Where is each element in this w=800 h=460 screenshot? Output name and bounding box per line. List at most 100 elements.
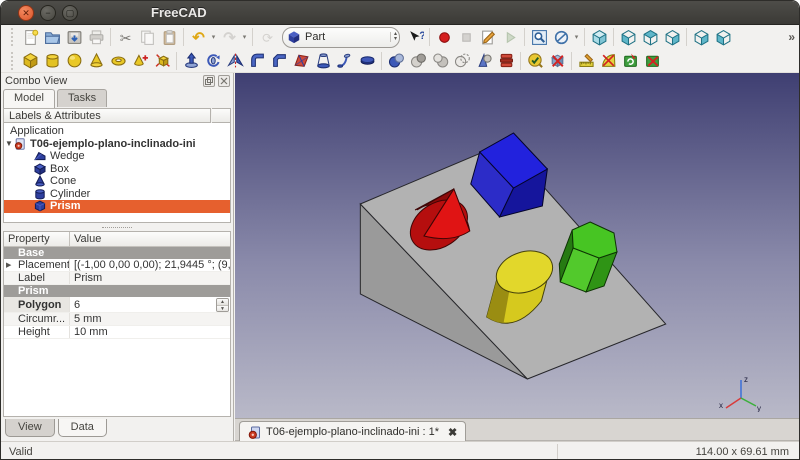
property-editor: Property Value Base ▶ Placement [(-1,00 0,0…	[3, 231, 231, 417]
combo-spinner-icon[interactable]: ▴ ▾	[389, 31, 397, 42]
status-message: Valid	[9, 446, 33, 458]
macro-record-icon[interactable]	[433, 26, 455, 48]
part-mirror-icon[interactable]	[224, 50, 246, 72]
tree-item-prism[interactable]: Prism	[4, 200, 230, 213]
titlebar[interactable]: ✕ − ▢ FreeCAD	[1, 1, 799, 25]
part-sphere-icon[interactable]	[63, 50, 85, 72]
save-document-icon[interactable]	[63, 26, 85, 48]
part-compound-icon[interactable]	[473, 50, 495, 72]
document-icon	[14, 138, 25, 150]
part-common-icon[interactable]	[451, 50, 473, 72]
toolbar-separator	[524, 28, 525, 46]
property-row-height[interactable]: Height 10 mm	[4, 326, 230, 339]
part-box-icon[interactable]	[19, 50, 41, 72]
view-left-icon[interactable]	[712, 26, 734, 48]
tree-root-application[interactable]: Application	[4, 125, 230, 138]
part-torus-icon[interactable]	[107, 50, 129, 72]
tree-item-box[interactable]: Box	[4, 163, 230, 176]
open-document-icon[interactable]	[41, 26, 63, 48]
redo-icon[interactable]: ↷	[218, 26, 240, 48]
part-sweep-icon[interactable]	[334, 50, 356, 72]
view-fit-all-icon[interactable]	[528, 26, 550, 48]
polygon-spinner[interactable]: ▲ ▼	[216, 297, 229, 312]
part-cone-icon[interactable]	[85, 50, 107, 72]
tree-item-document[interactable]: ▼ T06-ejemplo-plano-inclinado-ini	[4, 138, 230, 151]
macro-stop-icon[interactable]	[455, 26, 477, 48]
tree-item-cone[interactable]: Cone	[4, 175, 230, 188]
tab-tasks[interactable]: Tasks	[56, 89, 108, 107]
copy-icon[interactable]	[136, 26, 158, 48]
document-tab[interactable]: T06-ejemplo-plano-inclinado-ini : 1* ✖	[239, 421, 467, 442]
defeaturing-icon[interactable]	[546, 50, 568, 72]
refresh-icon[interactable]: ⟳	[256, 26, 278, 48]
minimize-window-button[interactable]: −	[40, 5, 56, 21]
draw-style-dropdown-icon[interactable]: ▾	[572, 33, 581, 41]
dock-titlebar[interactable]: Combo View	[1, 73, 233, 89]
combo-view-panel: Combo View Model Tasks Labels & Attribute…	[1, 73, 234, 441]
property-row-label[interactable]: Label Prism	[4, 272, 230, 285]
cut-icon[interactable]: ✂	[114, 26, 136, 48]
part-chamfer-icon[interactable]	[268, 50, 290, 72]
measure-angular-icon[interactable]	[597, 50, 619, 72]
tab-data[interactable]: Data	[57, 419, 107, 437]
check-geometry-icon[interactable]	[524, 50, 546, 72]
toolbar-handle[interactable]	[11, 51, 15, 70]
measure-linear-icon[interactable]	[575, 50, 597, 72]
3d-viewport[interactable]: z x y	[235, 73, 799, 418]
float-panel-icon[interactable]	[203, 75, 215, 87]
part-primitives-icon[interactable]	[129, 50, 151, 72]
undo-icon[interactable]: ↶	[187, 26, 209, 48]
view-top-icon[interactable]	[639, 26, 661, 48]
part-shape-builder-icon[interactable]	[151, 50, 173, 72]
measure-clear-all-icon[interactable]	[641, 50, 663, 72]
part-revolve-icon[interactable]	[202, 50, 224, 72]
close-panel-icon[interactable]	[218, 75, 230, 87]
macro-edit-icon[interactable]	[477, 26, 499, 48]
close-tab-icon[interactable]: ✖	[448, 426, 457, 439]
workbench-selector[interactable]: Part ▴ ▾	[282, 26, 400, 48]
tree-column-header[interactable]: Labels & Attributes	[3, 108, 211, 123]
property-row-placement[interactable]: ▶ Placement [(-1,00 0,00 0,00); 21,9445 °;…	[4, 259, 230, 272]
part-extrude-icon[interactable]	[180, 50, 202, 72]
part-ruled-surface-icon[interactable]	[290, 50, 312, 72]
maximize-window-button[interactable]: ▢	[62, 5, 78, 21]
expander-icon[interactable]: ▼	[4, 139, 14, 148]
tab-model[interactable]: Model	[3, 89, 55, 108]
redo-dropdown-icon[interactable]: ▾	[240, 33, 249, 41]
toolbar-separator	[571, 51, 572, 70]
print-document-icon[interactable]	[85, 26, 107, 48]
tree-item-cylinder[interactable]: Cylinder	[4, 188, 230, 201]
wedge-icon	[34, 152, 46, 161]
tree-item-wedge[interactable]: Wedge	[4, 150, 230, 163]
part-loft-icon[interactable]	[312, 50, 334, 72]
paste-icon[interactable]	[158, 26, 180, 48]
part-section-icon[interactable]	[356, 50, 378, 72]
toolbar-separator	[520, 51, 521, 70]
property-row-circumr[interactable]: Circumr... 5 mm	[4, 313, 230, 326]
draw-style-icon[interactable]	[550, 26, 572, 48]
part-cross-sections-icon[interactable]	[495, 50, 517, 72]
part-cylinder-icon[interactable]	[41, 50, 63, 72]
expand-property-icon[interactable]: ▶	[6, 261, 11, 269]
new-document-icon[interactable]	[19, 26, 41, 48]
measure-refresh-icon[interactable]	[619, 50, 641, 72]
part-fillet-icon[interactable]	[246, 50, 268, 72]
toolbar-handle[interactable]	[11, 28, 15, 46]
tab-view[interactable]: View	[5, 419, 55, 437]
part-workbench-icon	[288, 31, 300, 44]
part-boolean-icon[interactable]	[385, 50, 407, 72]
model-tree: Application ▼ T06-ejemplo-plano-inclinado-…	[3, 123, 231, 223]
part-cut-icon[interactable]	[407, 50, 429, 72]
toolbar-overflow-chevron[interactable]: »	[788, 30, 795, 44]
property-row-polygon[interactable]: Polygon 6 ▲ ▼	[4, 297, 230, 313]
view-rear-icon[interactable]	[690, 26, 712, 48]
view-front-icon[interactable]	[617, 26, 639, 48]
view-right-icon[interactable]	[661, 26, 683, 48]
undo-dropdown-icon[interactable]: ▾	[209, 33, 218, 41]
view-isometric-icon[interactable]	[588, 26, 610, 48]
close-window-button[interactable]: ✕	[18, 5, 34, 21]
macro-play-icon[interactable]	[499, 26, 521, 48]
part-union-icon[interactable]	[429, 50, 451, 72]
whats-this-icon[interactable]: ?	[404, 26, 426, 48]
toolbar-part	[1, 49, 799, 73]
